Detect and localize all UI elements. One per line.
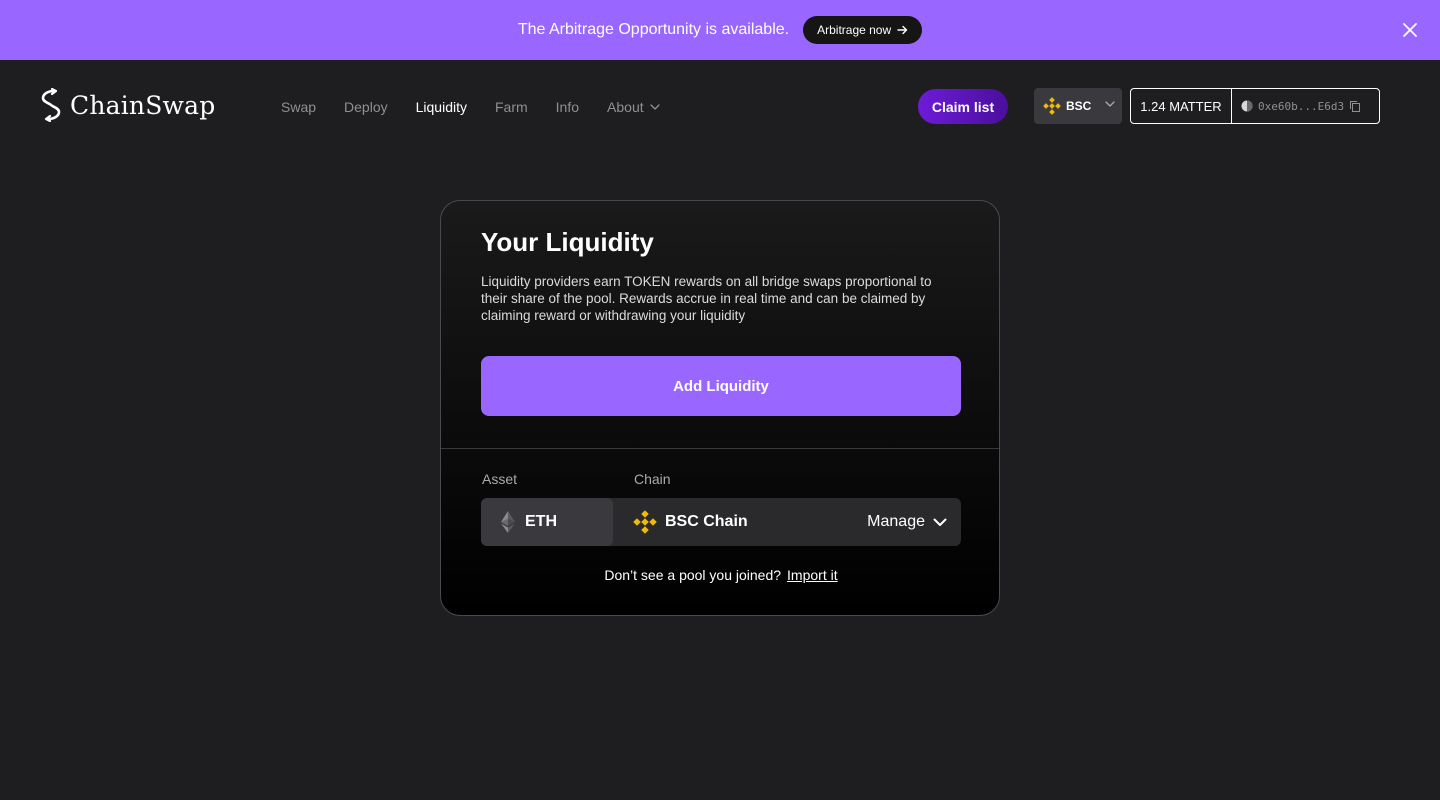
liquidity-description: Liquidity providers earn TOKEN rewards o… (481, 274, 932, 323)
arrow-right-icon (897, 25, 908, 35)
copy-icon[interactable] (1349, 100, 1361, 112)
chevron-down-icon (1105, 101, 1115, 107)
manage-label: Manage (867, 513, 925, 530)
nav-farm[interactable]: Farm (495, 99, 528, 115)
bnb-icon (1043, 97, 1061, 115)
wallet-address-button[interactable]: 0xe60b...E6d3 (1232, 89, 1379, 123)
bnb-icon (633, 510, 657, 534)
chain-name: BSC Chain (665, 513, 748, 530)
asset-cell: ETH (481, 498, 613, 546)
network-selector[interactable]: BSC (1034, 88, 1122, 124)
manage-button[interactable]: Manage (867, 498, 947, 546)
chevron-down-icon (933, 518, 947, 526)
import-pool-prompt: Don’t see a pool you joined? Import it (441, 567, 999, 583)
eth-icon (501, 511, 515, 533)
liquidity-card: Your Liquidity Liquidity providers earn … (440, 200, 1000, 616)
nav-info[interactable]: Info (556, 99, 579, 115)
wallet-address: 0xe60b...E6d3 (1258, 99, 1345, 113)
top-navigation: ChainSwap Swap Deploy Liquidity Farm Inf… (0, 60, 1440, 152)
wallet-widget: 1.24 MATTER 0xe60b...E6d3 (1130, 88, 1380, 124)
arbitrage-now-label: Arbitrage now (817, 23, 892, 37)
add-liquidity-button[interactable]: Add Liquidity (481, 356, 961, 416)
nav-about-label: About (607, 99, 644, 115)
nav-liquidity[interactable]: Liquidity (416, 99, 467, 115)
nav-about[interactable]: About (607, 99, 660, 115)
announcement-banner: The Arbitrage Opportunity is available. … (0, 0, 1440, 60)
chain-column-header: Chain (634, 471, 671, 487)
asset-column-header: Asset (482, 471, 518, 487)
chainswap-logo-icon (41, 88, 61, 122)
token-balance: 1.24 MATTER (1131, 89, 1232, 123)
nav-deploy[interactable]: Deploy (344, 99, 388, 115)
network-label: BSC (1066, 99, 1092, 113)
banner-text: The Arbitrage Opportunity is available. (517, 21, 790, 38)
chevron-down-icon (649, 104, 660, 110)
page-title: Your Liquidity (481, 227, 654, 257)
main-nav: Swap Deploy Liquidity Farm Info About (281, 99, 660, 115)
import-it-link[interactable]: Import it (787, 567, 838, 583)
nav-swap[interactable]: Swap (281, 99, 316, 115)
chainswap-logo[interactable]: ChainSwap (38, 88, 215, 122)
pool-row: ETH BSC Chain Manage (481, 498, 961, 546)
wallet-avatar-icon (1241, 100, 1253, 112)
logo-text: ChainSwap (70, 90, 216, 120)
chain-cell: BSC Chain (633, 498, 748, 546)
arbitrage-now-button[interactable]: Arbitrage now (803, 16, 923, 44)
asset-name: ETH (525, 513, 557, 530)
claim-list-button[interactable]: Claim list (918, 89, 1008, 124)
divider (441, 448, 999, 449)
import-prompt-text: Don’t see a pool you joined? (604, 567, 782, 583)
close-icon[interactable] (1400, 20, 1420, 40)
